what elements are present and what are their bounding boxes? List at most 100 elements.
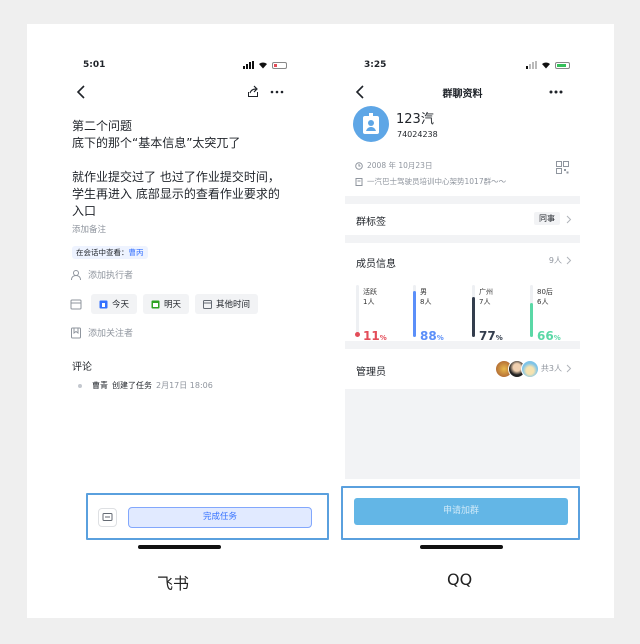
back-icon[interactable] [74,84,88,100]
comment-dot [78,383,82,388]
group-avatar[interactable] [353,106,389,142]
wifi-icon [259,62,267,69]
add-follower-row[interactable]: 添加关注者 [70,326,133,339]
members-label: 成员信息 [356,259,396,270]
admins-row[interactable]: 管理员 共3人 [345,349,580,389]
chevron-right-icon [566,364,572,373]
chevron-right-icon [566,215,572,224]
task-title-line: 底下的那个“基本信息”太突兀了 [72,136,241,150]
stat-percent-sign: % [553,334,561,342]
comment-item: 曹青 创建了任务 2月17日 18:06 [78,380,213,391]
created-date-row: 2008 年 10月23日 [355,160,432,171]
member-stat: 广州 7人 77% [472,285,522,345]
stat-count: 8人 [420,298,432,306]
comment-action: 创建了任务 [112,381,152,390]
group-desc-row: 一汽巴士驾驶员培训中心架势1017群～～ [355,176,506,187]
view-in-chat-link[interactable]: 曹丙 [129,248,144,257]
created-date: 2008 年 10月23日 [367,161,433,170]
highlight-box [86,493,329,540]
task-title-line: 学生再进入 底部显示的查看作业要求的 [72,187,280,201]
caption-feishu: 飞书 [157,574,190,593]
task-title-line: 第二个问题 [72,119,133,133]
date-other-chip[interactable]: 其他时间 [195,294,259,314]
comments-heading: 评论 [72,362,92,373]
view-in-chat-prefix: 在会话中查看： [76,248,129,257]
stat-count: 1人 [363,298,375,306]
qr-code-icon[interactable] [556,161,569,174]
stat-name: 80后 [537,288,553,296]
stat-bar [472,297,475,337]
members-count: 9人 [548,256,562,265]
stat-label: 活跃 1人 [363,287,377,307]
stat-name: 广州 [479,288,493,296]
signal-icon [526,61,537,69]
calendar-today-icon [99,300,108,308]
clock-icon [355,161,363,170]
stat-percent-sign: % [436,334,444,342]
stat-percent-sign: % [495,334,503,342]
chevron-right-icon [566,256,572,265]
battery-icon [272,61,287,69]
person-icon [71,269,81,280]
badge-icon [363,113,379,134]
task-title-line: 入口 [72,204,97,218]
page-title: 群聊资料 [442,89,483,100]
date-tomorrow-label: 明天 [164,300,182,310]
stat-percent: 11% [363,329,387,343]
stat-track [356,285,359,337]
stat-bar [413,291,416,337]
group-tag-row[interactable]: 群标签 同事 [345,204,580,235]
stat-count: 7人 [479,298,491,306]
task-title-line: 就作业提交过了 也过了作业提交时间， [72,170,280,184]
status-time: 3:25 [364,60,387,70]
task-title: 第二个问题 底下的那个“基本信息”太突兀了 就作业提交过了 也过了作业提交时间，… [72,118,302,220]
date-today-chip[interactable]: 今天 [91,294,138,314]
date-other-label: 其他时间 [216,300,251,310]
avatar[interactable] [521,360,539,378]
nav-bar [56,82,303,104]
add-note[interactable]: 添加备注 [72,223,106,235]
add-follower-label: 添加关注者 [88,329,134,339]
home-indicator [420,545,503,549]
comment-user[interactable]: 曹青 [92,380,108,391]
date-today-label: 今天 [112,300,130,310]
status-bar: 5:01 [56,60,303,74]
stat-percent: 88% [420,329,444,343]
member-stat: 80后 6人 66% [530,285,580,345]
caption-qq: QQ [447,570,473,589]
comment-time: 2月17日 18:06 [156,381,213,390]
member-stat: 男 8人 88% [413,285,463,345]
stat-percent-sign: % [379,334,387,342]
stat-bar [530,303,533,337]
add-assignee-label: 添加执行者 [88,271,134,281]
group-name: 123汽 [396,112,434,127]
group-id: 74024238 [397,130,438,139]
member-stats: 活跃 1人 11% 男 8人 88% 广州 7人 77% 80后 6人 66% [355,285,571,345]
calendar-tomorrow-icon [151,300,160,308]
admins-count: 共3人 [540,364,562,373]
stat-percent-value: 11 [363,329,380,343]
nav-bar: 群聊资料 [345,82,580,104]
battery-icon [555,61,570,69]
stat-percent: 66% [537,329,561,343]
follower-icon [71,327,81,338]
comparison-card: 5:01 第二个问题 底下的那个“基本信息”太突兀了 就作业提交过了 也过了作业… [27,24,614,618]
date-tomorrow-chip[interactable]: 明天 [143,294,190,314]
more-icon[interactable] [549,90,563,94]
share-icon[interactable] [246,85,260,99]
stat-bar [355,332,360,337]
add-assignee-row[interactable]: 添加执行者 [70,268,133,281]
calendar-icon [70,299,82,310]
stat-percent-value: 77 [479,329,496,343]
stat-name: 男 [420,288,427,296]
view-in-chat-tag[interactable]: 在会话中查看：曹丙 [72,240,148,259]
stat-label: 广州 7人 [479,287,493,307]
members-section[interactable]: 成员信息 9人 活跃 1人 11% 男 8人 88% 广州 7人 77% 80后 6人 66% [345,243,580,343]
task-title-line [72,152,302,169]
signal-icon [243,61,254,69]
more-icon[interactable] [270,90,284,94]
group-desc: 一汽巴士驾驶员培训中心架势1017群～～ [367,177,507,186]
member-stat: 活跃 1人 11% [355,285,406,345]
stat-name: 活跃 [363,288,377,296]
home-indicator [138,545,221,549]
